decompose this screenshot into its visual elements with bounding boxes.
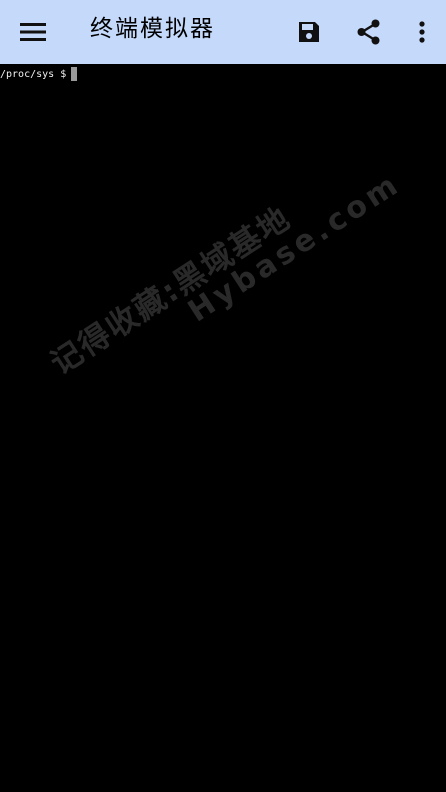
share-icon: [357, 19, 380, 45]
text-cursor: [71, 67, 77, 81]
terminal-app: 终端模拟器 /proc/sys $: [0, 0, 446, 792]
app-title: 终端模拟器: [90, 16, 215, 42]
menu-button[interactable]: [9, 8, 57, 56]
hamburger-menu-icon: [20, 23, 46, 41]
app-toolbar: 终端模拟器: [0, 0, 446, 64]
more-options-button[interactable]: [398, 8, 446, 56]
more-vert-icon: [419, 21, 425, 43]
shell-prompt: /proc/sys $: [0, 69, 67, 80]
share-button[interactable]: [345, 8, 393, 56]
save-button[interactable]: [285, 8, 333, 56]
terminal-screen[interactable]: /proc/sys $: [0, 64, 446, 792]
save-floppy-icon: [299, 22, 319, 42]
